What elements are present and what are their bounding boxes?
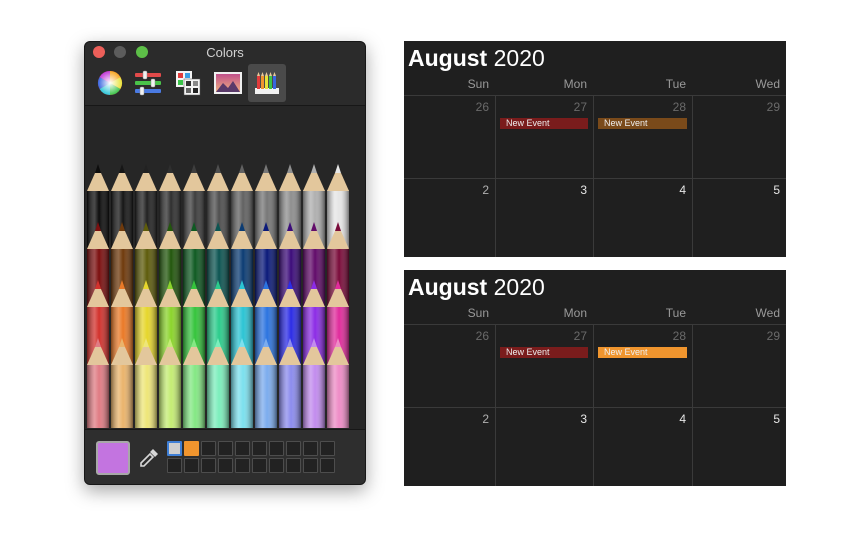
calendar-event[interactable]: New Event — [598, 347, 687, 358]
favorite-swatch-cell[interactable] — [218, 458, 233, 473]
day-cell[interactable] — [692, 325, 786, 407]
favorite-swatch-cell[interactable] — [167, 441, 182, 456]
favorite-swatch-cell[interactable] — [252, 441, 267, 456]
favorite-swatch-cell[interactable] — [201, 441, 216, 456]
favorite-swatch-cell[interactable] — [320, 458, 335, 473]
pencil-grid[interactable] — [85, 164, 366, 429]
title-bar: Colors — [85, 42, 365, 62]
favorite-swatch-cell[interactable] — [252, 458, 267, 473]
day-cell[interactable] — [692, 179, 786, 257]
month-name: August — [408, 274, 488, 300]
calendar-event[interactable]: New Event — [598, 118, 687, 129]
day-cell[interactable] — [495, 179, 593, 257]
day-cell[interactable] — [593, 408, 692, 486]
day-header-sun: Sun — [467, 77, 489, 91]
day-header-wed: Wed — [755, 77, 780, 91]
day-cell[interactable] — [692, 408, 786, 486]
day-cell[interactable] — [404, 325, 495, 407]
day-cell[interactable] — [495, 325, 593, 407]
favorite-swatch-cell[interactable] — [286, 441, 301, 456]
day-cell[interactable] — [404, 179, 495, 257]
day-header-tue: Tue — [665, 77, 686, 91]
day-cell[interactable] — [692, 96, 786, 178]
calendar-month-view-2: August 2020 Sun Mon Tue Wed 26 27 28 29 2 3 4 5 New E… — [404, 270, 786, 486]
day-header-wed: Wed — [755, 306, 780, 320]
favorite-swatches — [167, 441, 335, 473]
year-label: 2020 — [487, 45, 545, 71]
tab-color-wheel[interactable] — [91, 64, 129, 102]
day-cell[interactable] — [593, 96, 692, 178]
favorite-swatch-cell[interactable] — [320, 441, 335, 456]
pencil-picker[interactable] — [85, 106, 365, 429]
favorite-swatch-cell[interactable] — [218, 441, 233, 456]
day-header-mon: Mon — [563, 306, 587, 320]
favorite-swatch-cell[interactable] — [184, 441, 199, 456]
day-cell[interactable] — [495, 408, 593, 486]
day-cell[interactable] — [495, 96, 593, 178]
calendar-event[interactable]: New Event — [500, 118, 588, 129]
palettes-icon — [176, 71, 201, 96]
color-wheel-icon — [97, 71, 123, 95]
image-palettes-icon — [214, 72, 242, 94]
pencils-icon — [255, 72, 279, 94]
favorite-swatch-cell[interactable] — [235, 458, 250, 473]
favorite-swatch-cell[interactable] — [184, 458, 199, 473]
calendar-month-view-1: August 2020 Sun Mon Tue Wed 26 27 28 29 2 3 4 5 New E… — [404, 41, 786, 257]
current-color-well[interactable] — [96, 441, 130, 475]
month-title: August 2020 — [408, 45, 545, 72]
window-title: Colors — [206, 45, 244, 60]
color-mode-toolbar — [85, 62, 365, 106]
favorite-swatch-cell[interactable] — [303, 458, 318, 473]
day-cell[interactable] — [404, 408, 495, 486]
favorite-swatch-cell[interactable] — [235, 441, 250, 456]
day-cell[interactable] — [593, 325, 692, 407]
calendar-event[interactable]: New Event — [500, 347, 588, 358]
bottom-bar — [85, 430, 365, 484]
tab-image-palettes[interactable] — [209, 64, 247, 102]
favorite-swatch-cell[interactable] — [269, 441, 284, 456]
month-title: August 2020 — [408, 274, 545, 301]
day-cell[interactable] — [404, 96, 495, 178]
favorite-swatch-cell[interactable] — [269, 458, 284, 473]
tab-palettes[interactable] — [169, 64, 207, 102]
eyedropper-icon[interactable] — [138, 447, 160, 469]
day-header-tue: Tue — [665, 306, 686, 320]
tab-pencils[interactable] — [248, 64, 286, 102]
colors-window: Colors — [84, 41, 366, 485]
year-label: 2020 — [487, 274, 545, 300]
tab-sliders[interactable] — [129, 64, 167, 102]
day-cell[interactable] — [593, 179, 692, 257]
favorite-swatch-cell[interactable] — [201, 458, 216, 473]
favorite-swatch-cell[interactable] — [167, 458, 182, 473]
day-header-sun: Sun — [467, 306, 489, 320]
day-header-mon: Mon — [563, 77, 587, 91]
favorite-swatch-cell[interactable] — [286, 458, 301, 473]
favorite-swatch-cell[interactable] — [303, 441, 318, 456]
sliders-icon — [135, 70, 161, 96]
month-name: August — [408, 45, 488, 71]
